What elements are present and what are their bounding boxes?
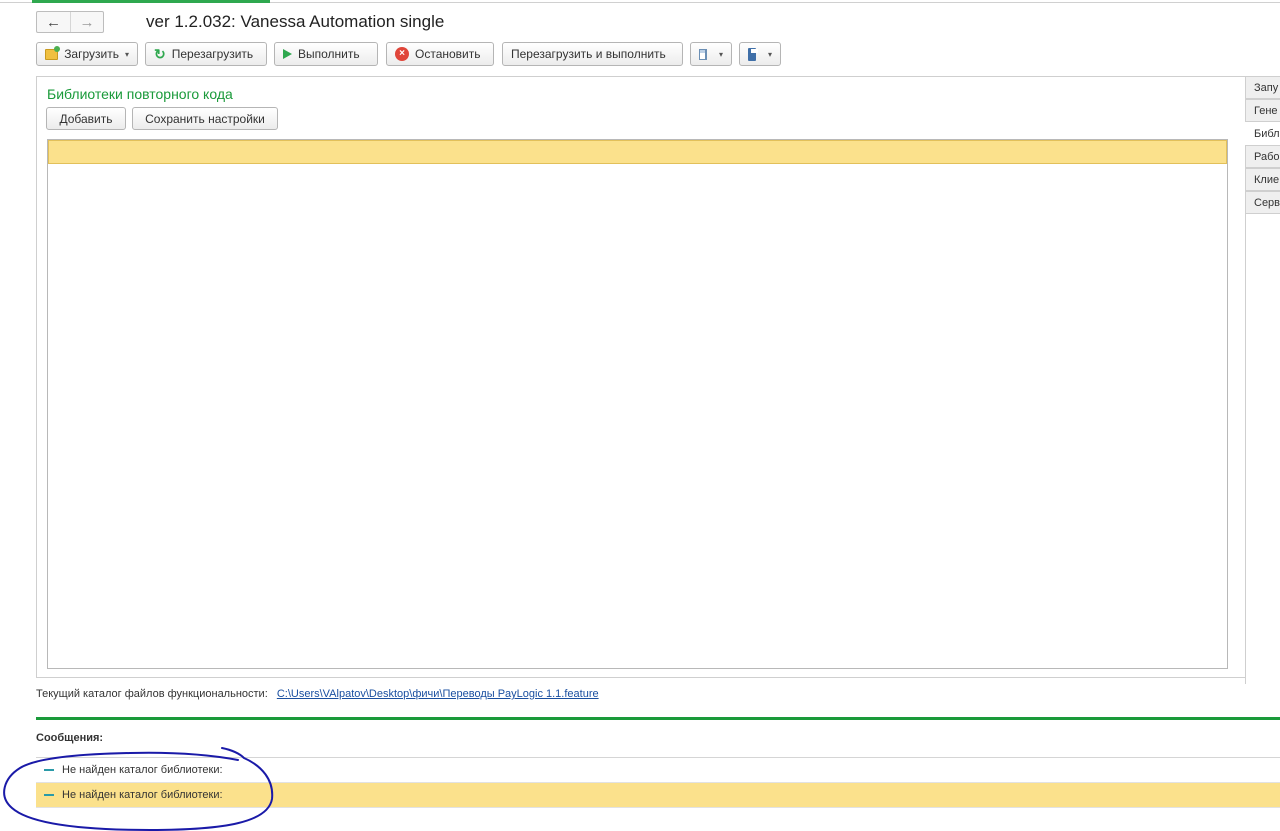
table-view-menu-button[interactable]: ▾ <box>690 42 732 66</box>
reload-button[interactable]: ↻ Перезагрузить <box>145 42 267 66</box>
save-settings-label: Сохранить настройки <box>145 111 265 126</box>
reload-and-run-label: Перезагрузить и выполнить <box>511 47 666 61</box>
add-library-button[interactable]: Добавить <box>46 107 126 130</box>
side-tab-panel: Запу Гене Библ Рабо Клие Серв <box>1245 76 1280 684</box>
feature-path-label: Текущий каталог файлов функциональности: <box>36 688 268 700</box>
side-tab-server[interactable]: Серв <box>1245 191 1280 214</box>
active-tab-indicator <box>32 0 270 3</box>
save-menu-button[interactable]: ▾ <box>739 42 781 66</box>
side-tab-client[interactable]: Клие <box>1245 168 1280 191</box>
side-tab-generation[interactable]: Гене <box>1245 99 1280 122</box>
messages-title: Сообщения: <box>36 732 104 744</box>
messages-separator <box>36 717 1280 720</box>
library-panel: Библиотеки повторного кода Добавить Сохр… <box>36 76 1246 678</box>
play-icon <box>283 49 292 59</box>
chevron-down-icon: ▾ <box>718 49 723 59</box>
run-button[interactable]: Выполнить <box>274 42 378 66</box>
library-table[interactable] <box>47 139 1228 669</box>
save-icon <box>748 47 758 61</box>
feature-path-info: Текущий каталог файлов функциональности:… <box>36 688 599 700</box>
stop-icon: × <box>395 47 409 61</box>
hand-drawn-circle-annotation <box>3 747 274 831</box>
back-button[interactable]: ← <box>37 12 70 32</box>
window-title: ver 1.2.032: Vanessa Automation single <box>146 12 445 31</box>
side-tab-libraries[interactable]: Библ <box>1245 122 1280 145</box>
folder-icon <box>45 45 61 60</box>
chevron-down-icon: ▾ <box>124 49 129 59</box>
navigation-buttons: ← → <box>36 11 104 33</box>
load-button[interactable]: Загрузить ▾ <box>36 42 138 66</box>
run-button-label: Выполнить <box>298 47 360 61</box>
table-row-selected[interactable] <box>48 140 1227 164</box>
reload-icon: ↻ <box>154 46 166 62</box>
side-tab-workspace[interactable]: Рабо <box>1245 145 1280 168</box>
reload-and-run-button[interactable]: Перезагрузить и выполнить <box>502 42 683 66</box>
table-icon <box>699 48 707 60</box>
top-tab-strip <box>0 0 1280 3</box>
side-tab-launch[interactable]: Запу <box>1245 76 1280 99</box>
side-tab-filler <box>1245 214 1280 684</box>
load-button-label: Загрузить <box>64 47 119 61</box>
save-settings-button[interactable]: Сохранить настройки <box>132 107 278 130</box>
add-library-label: Добавить <box>59 111 113 126</box>
forward-button[interactable]: → <box>70 12 103 32</box>
stop-button-label: Остановить <box>415 47 481 61</box>
section-title: Библиотеки повторного кода <box>47 86 233 102</box>
stop-button[interactable]: × Остановить <box>386 42 494 66</box>
reload-button-label: Перезагрузить <box>171 47 254 61</box>
feature-path-link[interactable]: C:\Users\VAlpatov\Desktop\фичи\Переводы … <box>277 688 599 700</box>
chevron-down-icon: ▾ <box>767 49 772 59</box>
